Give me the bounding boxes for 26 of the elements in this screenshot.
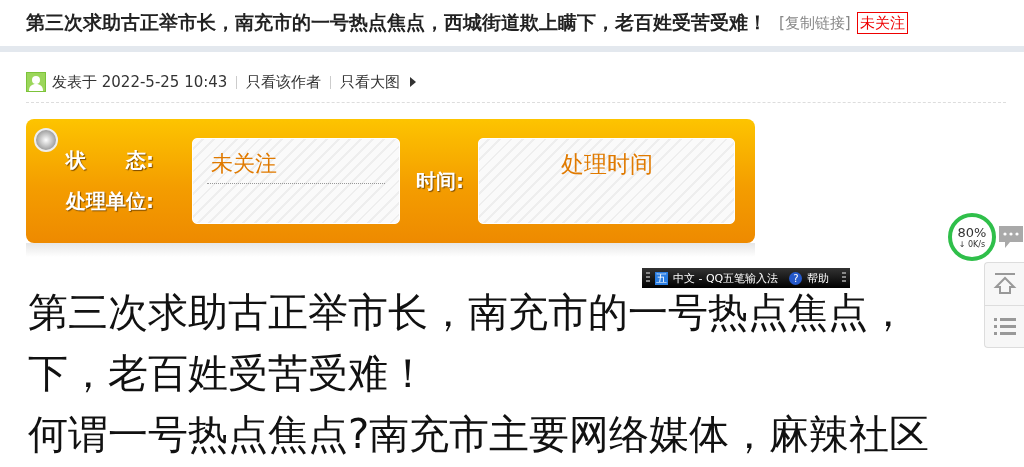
help-link[interactable]: 帮助	[807, 270, 830, 286]
filter-link[interactable]: 只看该作者	[246, 72, 322, 92]
post-date: 发表于 2022-5-25 10:43	[52, 72, 228, 92]
field-label: 处理单位:	[66, 188, 155, 215]
input-mode-button[interactable]: 五	[655, 271, 668, 285]
grip-icon	[646, 272, 650, 284]
field-label: 时间:	[416, 167, 464, 195]
body-text: 何谓一号热点焦点?南充市主要网络媒体，麻辣社区	[28, 412, 930, 456]
status-value: 未关注	[207, 149, 385, 184]
ime-name: 中文 - QQ五笔输入法	[673, 270, 779, 286]
help-icon[interactable]: ?	[789, 271, 803, 285]
time-value: 处理时间	[560, 151, 653, 177]
triangle-icon	[410, 77, 417, 87]
status-badge: 未关注	[856, 12, 908, 34]
copy-link[interactable]: [复制链接]	[779, 13, 851, 33]
knob-icon	[34, 128, 58, 152]
chat-icon[interactable]	[998, 224, 1024, 250]
body-text: 第三次求助古正举市长，南充市的一号热点焦点，	[28, 290, 908, 334]
speed-reading: ↓ 0K/s	[958, 239, 986, 249]
filter-link[interactable]: 只看大图	[340, 72, 401, 92]
avatar-icon	[26, 72, 46, 92]
post-title: 第三次求助古正举市长，南充市的一号热点焦点，西城街道欺上瞒下，老百姓受苦受难！	[26, 10, 767, 35]
field-label: 状 态:	[66, 147, 155, 174]
body-text: 下，老百姓受苦受难！	[28, 351, 428, 395]
speed-percent: 80%	[957, 225, 987, 240]
grip-icon	[842, 272, 846, 284]
